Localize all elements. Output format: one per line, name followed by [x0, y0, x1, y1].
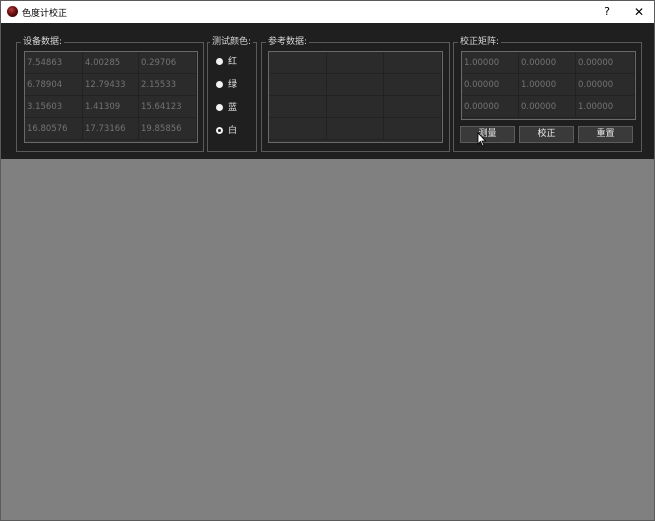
- table-cell[interactable]: 6.78904: [25, 74, 83, 96]
- device-data-title: 设备数据:: [21, 36, 65, 48]
- radio-label: 白: [228, 126, 238, 136]
- table-cell[interactable]: [269, 52, 327, 74]
- table-cell[interactable]: [269, 118, 327, 140]
- table-cell[interactable]: [384, 52, 442, 74]
- correction-matrix-title: 校正矩阵:: [458, 36, 502, 48]
- table-cell[interactable]: [327, 96, 384, 118]
- window-title: 色度计校正: [22, 9, 68, 19]
- table-cell[interactable]: [384, 118, 442, 140]
- table-cell[interactable]: [269, 74, 327, 96]
- radio-button[interactable]: [216, 104, 223, 111]
- table-cell[interactable]: 3.15603: [25, 96, 83, 118]
- reset-button[interactable]: 重置: [578, 126, 633, 143]
- help-button[interactable]: ?: [597, 4, 617, 20]
- table-cell[interactable]: 0.00000: [576, 74, 635, 96]
- table-cell[interactable]: 0.00000: [462, 74, 519, 96]
- mouse-cursor-icon: [477, 132, 487, 147]
- test-color-group: 测试颜色: 红 绿 蓝 白: [207, 36, 257, 152]
- radio-label: 蓝: [228, 103, 238, 113]
- main-canvas[interactable]: [1, 159, 654, 520]
- radio-label: 绿: [228, 80, 238, 90]
- radio-button[interactable]: [216, 81, 223, 88]
- table-cell[interactable]: 0.00000: [576, 52, 635, 74]
- table-cell[interactable]: 1.00000: [462, 52, 519, 74]
- table-cell[interactable]: 7.54863: [25, 52, 83, 74]
- table-cell[interactable]: [327, 118, 384, 140]
- radio-button[interactable]: [216, 58, 223, 65]
- device-data-group: 设备数据: 7.54863 4.00285 0.29706 6.78904 12…: [16, 36, 204, 152]
- table-cell[interactable]: 1.00000: [519, 74, 576, 96]
- table-cell[interactable]: [327, 74, 384, 96]
- test-color-title: 测试颜色:: [210, 36, 254, 48]
- correction-matrix-table[interactable]: 1.00000 0.00000 0.00000 0.00000 1.00000 …: [461, 51, 636, 120]
- reference-data-title: 参考数据:: [266, 36, 310, 48]
- table-cell[interactable]: [384, 74, 442, 96]
- table-cell[interactable]: 0.00000: [519, 96, 576, 118]
- table-cell[interactable]: 1.41309: [83, 96, 139, 118]
- table-cell[interactable]: 16.80576: [25, 118, 83, 140]
- table-cell[interactable]: 2.15533: [139, 74, 197, 96]
- correct-button[interactable]: 校正: [519, 126, 574, 143]
- table-cell[interactable]: 17.73166: [83, 118, 139, 140]
- app-window: 色度计校正 ? ✕ 设备数据: 7.54863 4.00285 0.29706 …: [0, 0, 655, 521]
- measure-button[interactable]: 测量: [460, 126, 515, 143]
- table-cell[interactable]: [384, 96, 442, 118]
- table-cell[interactable]: 19.85856: [139, 118, 197, 140]
- control-panel: 设备数据: 7.54863 4.00285 0.29706 6.78904 12…: [1, 23, 654, 159]
- reference-data-group: 参考数据:: [261, 36, 450, 152]
- table-cell[interactable]: 1.00000: [576, 96, 635, 118]
- table-cell[interactable]: [269, 96, 327, 118]
- table-cell[interactable]: 0.00000: [462, 96, 519, 118]
- radio-label: 红: [228, 57, 238, 67]
- table-cell[interactable]: 0.29706: [139, 52, 197, 74]
- reference-data-table[interactable]: [268, 51, 443, 143]
- table-cell[interactable]: [327, 52, 384, 74]
- device-data-table[interactable]: 7.54863 4.00285 0.29706 6.78904 12.79433…: [24, 51, 198, 143]
- table-cell[interactable]: 12.79433: [83, 74, 139, 96]
- table-cell[interactable]: 0.00000: [519, 52, 576, 74]
- title-bar: 色度计校正 ? ✕: [1, 1, 654, 23]
- radio-button-checked[interactable]: [216, 127, 223, 134]
- close-button[interactable]: ✕: [629, 4, 649, 20]
- table-cell[interactable]: 4.00285: [83, 52, 139, 74]
- app-icon: [7, 6, 18, 17]
- table-cell[interactable]: 15.64123: [139, 96, 197, 118]
